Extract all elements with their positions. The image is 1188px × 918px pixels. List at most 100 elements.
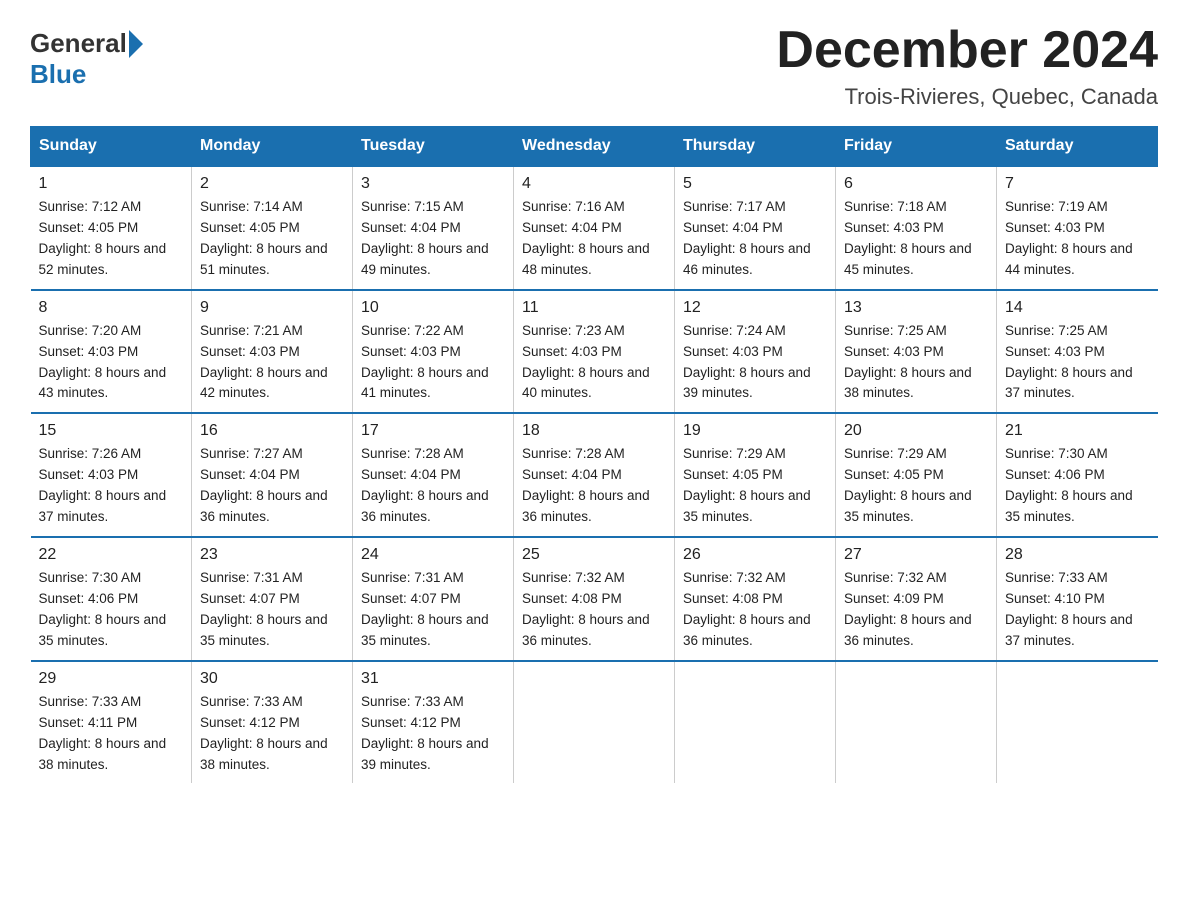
calendar-week-row: 22 Sunrise: 7:30 AMSunset: 4:06 PMDaylig… bbox=[31, 537, 1158, 661]
day-info: Sunrise: 7:33 AMSunset: 4:11 PMDaylight:… bbox=[39, 692, 184, 776]
day-number: 2 bbox=[200, 175, 344, 193]
day-number: 21 bbox=[1005, 422, 1150, 440]
title-block: December 2024 Trois-Rivieres, Quebec, Ca… bbox=[776, 20, 1158, 110]
calendar-cell bbox=[997, 661, 1158, 784]
calendar-cell: 10 Sunrise: 7:22 AMSunset: 4:03 PMDaylig… bbox=[353, 290, 514, 414]
calendar-cell: 30 Sunrise: 7:33 AMSunset: 4:12 PMDaylig… bbox=[192, 661, 353, 784]
day-info: Sunrise: 7:22 AMSunset: 4:03 PMDaylight:… bbox=[361, 321, 505, 405]
calendar-cell: 28 Sunrise: 7:33 AMSunset: 4:10 PMDaylig… bbox=[997, 537, 1158, 661]
day-number: 23 bbox=[200, 546, 344, 564]
day-number: 25 bbox=[522, 546, 666, 564]
calendar-cell: 2 Sunrise: 7:14 AMSunset: 4:05 PMDayligh… bbox=[192, 166, 353, 290]
day-info: Sunrise: 7:28 AMSunset: 4:04 PMDaylight:… bbox=[361, 444, 505, 528]
calendar-cell bbox=[675, 661, 836, 784]
header-wednesday: Wednesday bbox=[514, 127, 675, 167]
page-header: General Blue December 2024 Trois-Riviere… bbox=[30, 20, 1158, 110]
calendar-cell: 25 Sunrise: 7:32 AMSunset: 4:08 PMDaylig… bbox=[514, 537, 675, 661]
logo-blue-text: Blue bbox=[30, 59, 86, 89]
day-number: 19 bbox=[683, 422, 827, 440]
logo-triangle-icon bbox=[129, 30, 143, 58]
logo-general-text: General bbox=[30, 28, 127, 59]
day-info: Sunrise: 7:12 AMSunset: 4:05 PMDaylight:… bbox=[39, 197, 184, 281]
logo: General Blue bbox=[30, 28, 145, 90]
day-info: Sunrise: 7:23 AMSunset: 4:03 PMDaylight:… bbox=[522, 321, 666, 405]
day-number: 24 bbox=[361, 546, 505, 564]
calendar-cell: 18 Sunrise: 7:28 AMSunset: 4:04 PMDaylig… bbox=[514, 413, 675, 537]
header-monday: Monday bbox=[192, 127, 353, 167]
day-number: 6 bbox=[844, 175, 988, 193]
calendar-cell: 29 Sunrise: 7:33 AMSunset: 4:11 PMDaylig… bbox=[31, 661, 192, 784]
subtitle: Trois-Rivieres, Quebec, Canada bbox=[776, 84, 1158, 110]
day-info: Sunrise: 7:33 AMSunset: 4:12 PMDaylight:… bbox=[200, 692, 344, 776]
calendar-cell: 6 Sunrise: 7:18 AMSunset: 4:03 PMDayligh… bbox=[836, 166, 997, 290]
day-info: Sunrise: 7:25 AMSunset: 4:03 PMDaylight:… bbox=[844, 321, 988, 405]
calendar-cell: 11 Sunrise: 7:23 AMSunset: 4:03 PMDaylig… bbox=[514, 290, 675, 414]
calendar-cell: 1 Sunrise: 7:12 AMSunset: 4:05 PMDayligh… bbox=[31, 166, 192, 290]
calendar-week-row: 29 Sunrise: 7:33 AMSunset: 4:11 PMDaylig… bbox=[31, 661, 1158, 784]
day-number: 28 bbox=[1005, 546, 1150, 564]
day-info: Sunrise: 7:27 AMSunset: 4:04 PMDaylight:… bbox=[200, 444, 344, 528]
calendar-cell: 13 Sunrise: 7:25 AMSunset: 4:03 PMDaylig… bbox=[836, 290, 997, 414]
day-number: 20 bbox=[844, 422, 988, 440]
calendar-cell bbox=[836, 661, 997, 784]
calendar-week-row: 15 Sunrise: 7:26 AMSunset: 4:03 PMDaylig… bbox=[31, 413, 1158, 537]
day-number: 16 bbox=[200, 422, 344, 440]
header-sunday: Sunday bbox=[31, 127, 192, 167]
day-number: 22 bbox=[39, 546, 184, 564]
calendar-cell: 27 Sunrise: 7:32 AMSunset: 4:09 PMDaylig… bbox=[836, 537, 997, 661]
calendar-cell: 20 Sunrise: 7:29 AMSunset: 4:05 PMDaylig… bbox=[836, 413, 997, 537]
day-info: Sunrise: 7:32 AMSunset: 4:09 PMDaylight:… bbox=[844, 568, 988, 652]
day-info: Sunrise: 7:28 AMSunset: 4:04 PMDaylight:… bbox=[522, 444, 666, 528]
day-number: 30 bbox=[200, 670, 344, 688]
day-info: Sunrise: 7:25 AMSunset: 4:03 PMDaylight:… bbox=[1005, 321, 1150, 405]
day-number: 27 bbox=[844, 546, 988, 564]
day-info: Sunrise: 7:32 AMSunset: 4:08 PMDaylight:… bbox=[522, 568, 666, 652]
calendar-cell: 5 Sunrise: 7:17 AMSunset: 4:04 PMDayligh… bbox=[675, 166, 836, 290]
calendar-cell: 26 Sunrise: 7:32 AMSunset: 4:08 PMDaylig… bbox=[675, 537, 836, 661]
calendar-cell bbox=[514, 661, 675, 784]
calendar-cell: 31 Sunrise: 7:33 AMSunset: 4:12 PMDaylig… bbox=[353, 661, 514, 784]
day-number: 26 bbox=[683, 546, 827, 564]
day-number: 5 bbox=[683, 175, 827, 193]
day-number: 31 bbox=[361, 670, 505, 688]
calendar-cell: 4 Sunrise: 7:16 AMSunset: 4:04 PMDayligh… bbox=[514, 166, 675, 290]
day-info: Sunrise: 7:32 AMSunset: 4:08 PMDaylight:… bbox=[683, 568, 827, 652]
main-title: December 2024 bbox=[776, 20, 1158, 80]
calendar-cell: 24 Sunrise: 7:31 AMSunset: 4:07 PMDaylig… bbox=[353, 537, 514, 661]
day-info: Sunrise: 7:33 AMSunset: 4:10 PMDaylight:… bbox=[1005, 568, 1150, 652]
day-info: Sunrise: 7:16 AMSunset: 4:04 PMDaylight:… bbox=[522, 197, 666, 281]
day-number: 11 bbox=[522, 299, 666, 317]
day-number: 7 bbox=[1005, 175, 1150, 193]
day-info: Sunrise: 7:29 AMSunset: 4:05 PMDaylight:… bbox=[844, 444, 988, 528]
day-info: Sunrise: 7:30 AMSunset: 4:06 PMDaylight:… bbox=[39, 568, 184, 652]
day-number: 14 bbox=[1005, 299, 1150, 317]
day-info: Sunrise: 7:31 AMSunset: 4:07 PMDaylight:… bbox=[361, 568, 505, 652]
calendar-table: SundayMondayTuesdayWednesdayThursdayFrid… bbox=[30, 126, 1158, 783]
header-thursday: Thursday bbox=[675, 127, 836, 167]
day-number: 4 bbox=[522, 175, 666, 193]
calendar-cell: 22 Sunrise: 7:30 AMSunset: 4:06 PMDaylig… bbox=[31, 537, 192, 661]
day-info: Sunrise: 7:19 AMSunset: 4:03 PMDaylight:… bbox=[1005, 197, 1150, 281]
calendar-cell: 3 Sunrise: 7:15 AMSunset: 4:04 PMDayligh… bbox=[353, 166, 514, 290]
calendar-cell: 12 Sunrise: 7:24 AMSunset: 4:03 PMDaylig… bbox=[675, 290, 836, 414]
calendar-cell: 7 Sunrise: 7:19 AMSunset: 4:03 PMDayligh… bbox=[997, 166, 1158, 290]
day-number: 12 bbox=[683, 299, 827, 317]
day-info: Sunrise: 7:21 AMSunset: 4:03 PMDaylight:… bbox=[200, 321, 344, 405]
day-info: Sunrise: 7:33 AMSunset: 4:12 PMDaylight:… bbox=[361, 692, 505, 776]
day-info: Sunrise: 7:29 AMSunset: 4:05 PMDaylight:… bbox=[683, 444, 827, 528]
day-number: 1 bbox=[39, 175, 184, 193]
day-number: 15 bbox=[39, 422, 184, 440]
day-number: 13 bbox=[844, 299, 988, 317]
calendar-cell: 8 Sunrise: 7:20 AMSunset: 4:03 PMDayligh… bbox=[31, 290, 192, 414]
header-tuesday: Tuesday bbox=[353, 127, 514, 167]
day-number: 29 bbox=[39, 670, 184, 688]
day-info: Sunrise: 7:15 AMSunset: 4:04 PMDaylight:… bbox=[361, 197, 505, 281]
calendar-cell: 9 Sunrise: 7:21 AMSunset: 4:03 PMDayligh… bbox=[192, 290, 353, 414]
day-number: 18 bbox=[522, 422, 666, 440]
day-number: 8 bbox=[39, 299, 184, 317]
day-info: Sunrise: 7:31 AMSunset: 4:07 PMDaylight:… bbox=[200, 568, 344, 652]
header-saturday: Saturday bbox=[997, 127, 1158, 167]
day-info: Sunrise: 7:14 AMSunset: 4:05 PMDaylight:… bbox=[200, 197, 344, 281]
header-friday: Friday bbox=[836, 127, 997, 167]
calendar-week-row: 1 Sunrise: 7:12 AMSunset: 4:05 PMDayligh… bbox=[31, 166, 1158, 290]
